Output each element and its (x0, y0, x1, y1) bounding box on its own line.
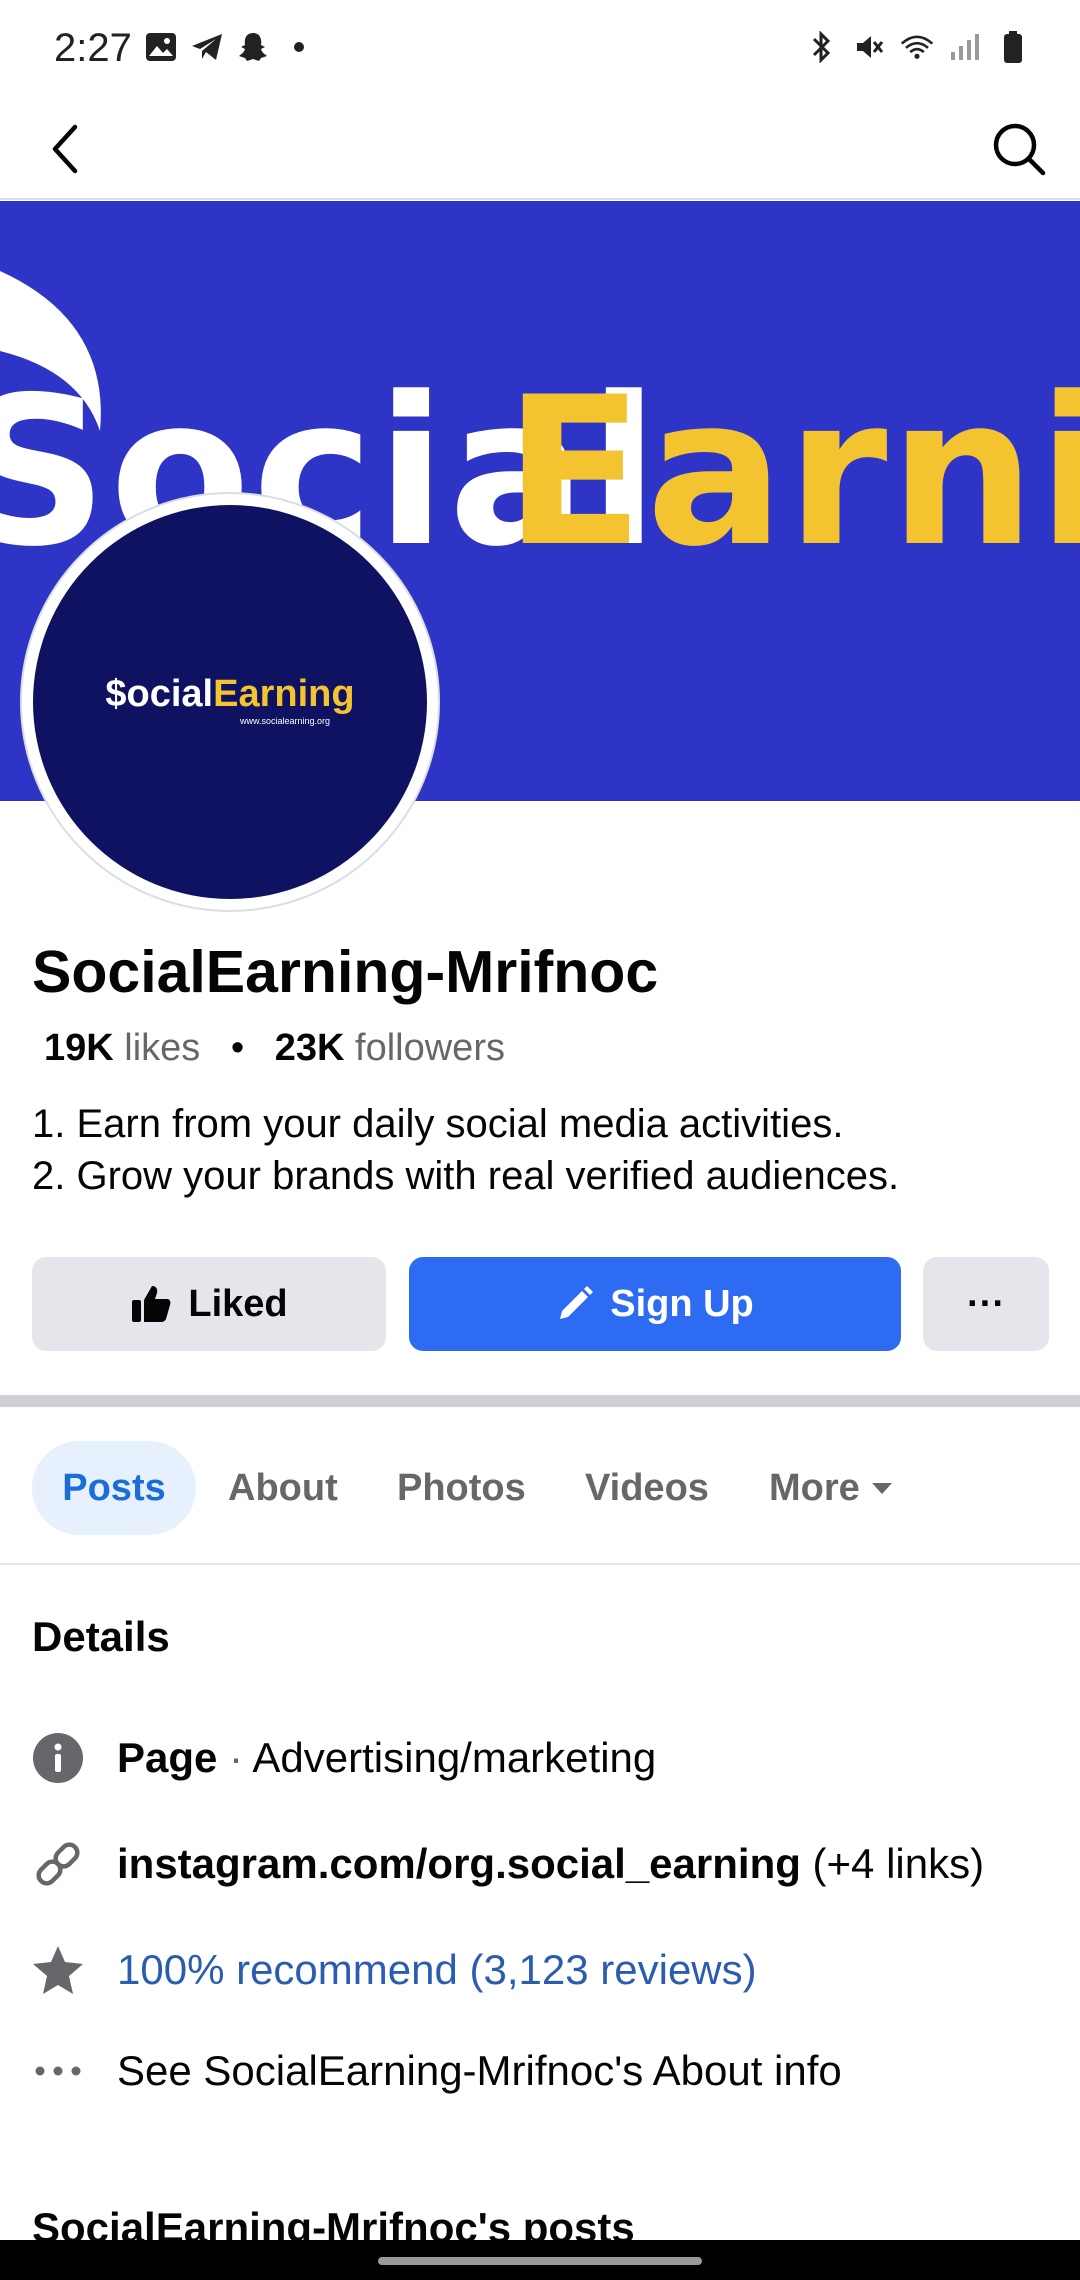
thumbs-up-icon (130, 1284, 172, 1324)
liked-label: Liked (188, 1282, 288, 1325)
search-button[interactable] (984, 114, 1054, 184)
about-info-link[interactable]: See SocialEarning-Mrifnoc's About info (117, 2047, 842, 2095)
detail-row-page: Page · Advertising/marketing (0, 1723, 1080, 1793)
section-divider (0, 1395, 1080, 1407)
page-label: Page (117, 1734, 218, 1781)
bio-line-2: 2. Grow your brands with real verified a… (32, 1154, 900, 1198)
detail-row-recommend[interactable]: 100% recommend (3,123 reviews) (0, 1935, 1080, 2005)
page-stats: 19K likes • 23K followers (44, 1027, 505, 1070)
bio-line-1: 1. Earn from your daily social media act… (32, 1102, 844, 1146)
avatar-text-white: $ocial (105, 672, 214, 715)
detail-row-about[interactable]: See SocialEarning-Mrifnoc's About info (0, 2036, 1080, 2106)
snapchat-icon (236, 30, 270, 64)
liked-button[interactable]: Liked (32, 1257, 386, 1351)
sign-up-button[interactable]: Sign Up (409, 1257, 901, 1351)
link-icon (30, 1836, 86, 1892)
caret-down-icon (871, 1483, 892, 1494)
top-nav (0, 100, 1080, 200)
likes-label: likes (124, 1027, 201, 1069)
wifi-icon (900, 30, 934, 64)
status-right-icons (804, 30, 1030, 64)
signal-icon (948, 30, 982, 64)
status-time: 2:27 (54, 26, 132, 70)
followers-label[interactable]: followers (355, 1027, 505, 1069)
tab-more-label: More (769, 1466, 860, 1509)
telegram-icon (190, 30, 224, 64)
page-category: Advertising/marketing (252, 1734, 657, 1781)
tab-posts[interactable]: Posts (32, 1441, 196, 1535)
link-text[interactable]: instagram.com/org.social_earning (+4 lin… (117, 1840, 984, 1888)
instagram-link[interactable]: instagram.com/org.social_earning (117, 1840, 801, 1887)
search-icon (993, 123, 1046, 176)
star-icon (30, 1942, 86, 1998)
cover-word-yellow: Earnin (504, 354, 1080, 592)
page-title: SocialEarning-Mrifnoc (32, 939, 659, 1005)
likes-count: 19K (44, 1027, 114, 1069)
details-heading: Details (32, 1613, 170, 1660)
tab-about[interactable]: About (228, 1441, 338, 1535)
bluetooth-icon (804, 30, 838, 64)
status-bar: 2:27 (0, 0, 1080, 100)
tab-more[interactable]: More (769, 1441, 894, 1535)
back-button[interactable] (30, 114, 100, 184)
status-left-icons (144, 30, 316, 64)
tab-videos[interactable]: Videos (585, 1441, 709, 1535)
ellipsis-icon (30, 2043, 86, 2099)
sign-up-label: Sign Up (610, 1282, 754, 1325)
image-icon (144, 30, 178, 64)
more-options-icon: ··· (967, 1282, 1005, 1325)
page-bio: 1. Earn from your daily social media act… (32, 1098, 899, 1202)
more-options-button[interactable]: ··· (923, 1257, 1049, 1351)
stats-separator: • (230, 1027, 245, 1069)
avatar-text-yellow: Earning (213, 672, 355, 715)
page-separator: · (217, 1734, 253, 1781)
followers-count[interactable]: 23K (275, 1027, 345, 1069)
info-icon (30, 1730, 86, 1786)
detail-row-link[interactable]: instagram.com/org.social_earning (+4 lin… (0, 1829, 1080, 1899)
avatar-logo-text: $ocialEarning (105, 673, 354, 716)
pencil-icon (556, 1285, 594, 1323)
dot-icon (282, 30, 316, 64)
extra-links[interactable]: (+4 links) (801, 1840, 985, 1887)
avatar-subtext: www.socialearning.org (239, 715, 331, 726)
avatar: $ocialEarning www.socialearning.org (33, 505, 427, 899)
back-arrow-icon (52, 124, 78, 174)
page-tabs: Posts About Photos Videos More (0, 1408, 1080, 1565)
page-category-text: Page · Advertising/marketing (117, 1734, 656, 1782)
system-nav-bar (0, 2240, 1080, 2280)
recommend-link[interactable]: 100% recommend (3,123 reviews) (117, 1946, 757, 1994)
tab-photos[interactable]: Photos (397, 1441, 526, 1535)
mute-icon (852, 30, 886, 64)
profile-picture[interactable]: $ocialEarning www.socialearning.org (20, 492, 440, 912)
home-indicator[interactable] (378, 2257, 702, 2265)
battery-icon (996, 30, 1030, 64)
